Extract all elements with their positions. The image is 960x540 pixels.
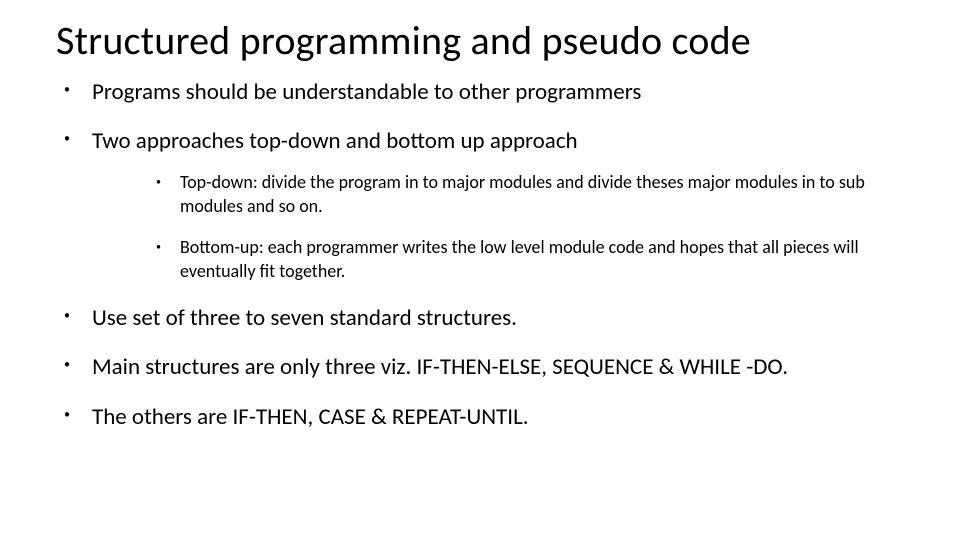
list-item: The others are IF-THEN, CASE & REPEAT-UN… (56, 403, 920, 432)
bullet-text: Use set of three to seven standard struc… (92, 304, 517, 332)
bullet-text: Top-down: divide the program in to major… (180, 171, 865, 217)
sub-bullet-list: Top-down: divide the program in to major… (92, 171, 920, 284)
bullet-text: Bottom-up: each programmer writes the lo… (180, 236, 859, 282)
list-item: Top-down: divide the program in to major… (150, 171, 920, 219)
bullet-text: Programs should be understandable to oth… (92, 78, 641, 106)
list-item: Programs should be understandable to oth… (56, 78, 920, 107)
bullet-text: Main structures are only three viz. IF-T… (92, 353, 788, 381)
bullet-text: The others are IF-THEN, CASE & REPEAT-UN… (92, 403, 529, 431)
list-item: Use set of three to seven standard struc… (56, 304, 920, 333)
slide-title: Structured programming and pseudo code (56, 18, 920, 64)
list-item: Bottom-up: each programmer writes the lo… (150, 236, 920, 284)
bullet-list: Programs should be understandable to oth… (56, 78, 920, 432)
slide: Structured programming and pseudo code P… (0, 0, 960, 540)
bullet-text: Two approaches top-down and bottom up ap… (92, 127, 578, 155)
list-item: Main structures are only three viz. IF-T… (56, 353, 920, 382)
list-item: Two approaches top-down and bottom up ap… (56, 127, 920, 283)
